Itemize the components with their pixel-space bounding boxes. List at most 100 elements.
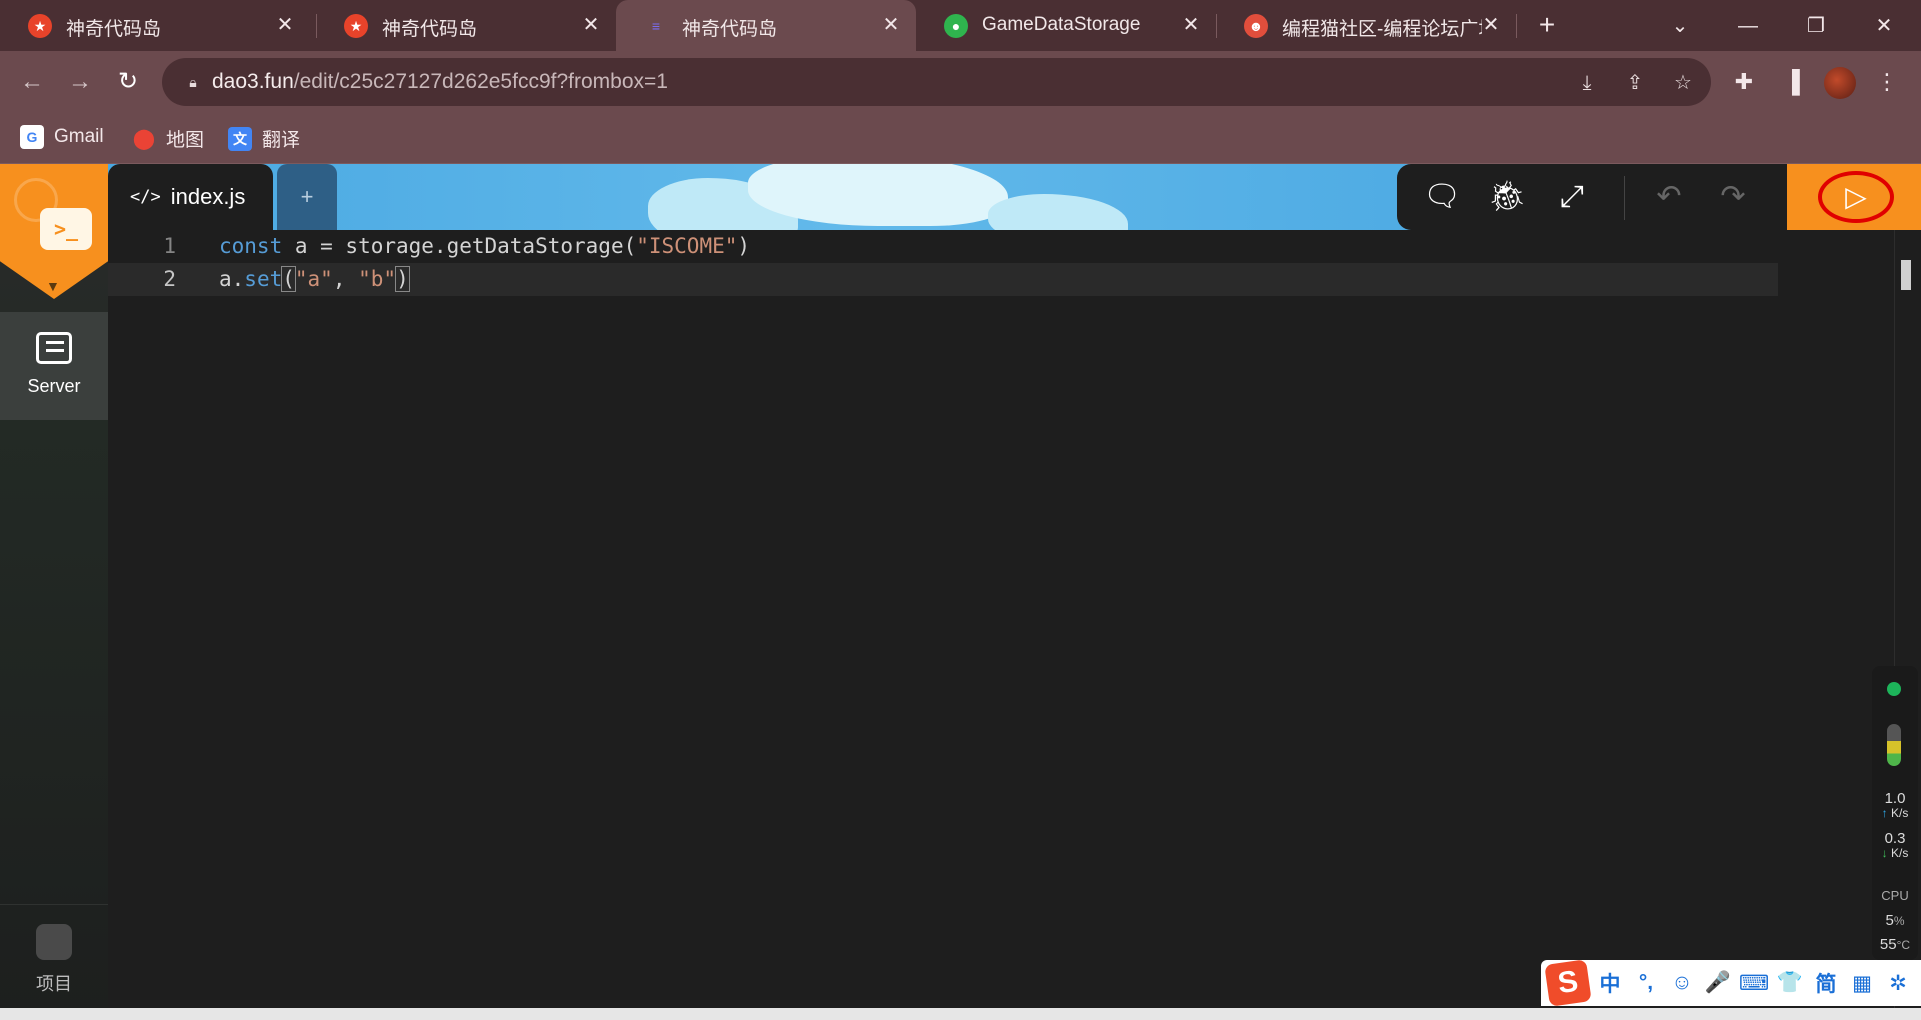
run-play-button[interactable]: ▷ (1818, 171, 1894, 223)
codemao-icon: ☻ (1244, 14, 1268, 38)
bookmark-label: 翻译 (262, 130, 301, 151)
google-icon: G (20, 125, 44, 149)
close-icon[interactable]: ✕ (578, 12, 604, 38)
temp-unit: °C (1896, 938, 1911, 952)
bookmark-gmail[interactable]: G Gmail (20, 125, 104, 149)
down-arrow-icon: ↓ (1881, 846, 1888, 860)
reload-icon[interactable]: ↻ (110, 64, 146, 100)
more-menu-icon[interactable]: ⋮ (1870, 65, 1904, 99)
editor-actions-bar: 🗨︎ 🐞︎ ⤢ ↶ ↷ (1397, 164, 1787, 230)
bookmark-label: 地图 (166, 130, 205, 151)
line-number: 2 (163, 267, 176, 291)
profile-avatar[interactable] (1824, 67, 1856, 99)
bookmark-star-icon[interactable]: ☆ (1668, 68, 1698, 98)
tab-label: 编程猫社区-编程论坛广场 (1282, 19, 1482, 40)
line-code[interactable]: const a = storage.getDataStorage("ISCOME… (219, 230, 750, 263)
close-icon[interactable]: ✕ (1478, 12, 1504, 38)
ime-chinese-mode[interactable]: 中 (1595, 968, 1625, 998)
code-line-2[interactable]: 2 a.set("a", "b") (108, 263, 1778, 296)
fullscreen-expand-icon[interactable]: ⤢ (1550, 176, 1594, 218)
undo-icon[interactable]: ↶ (1647, 176, 1691, 218)
up-arrow-icon: ↑ (1881, 806, 1888, 820)
input-method-toolbar[interactable]: S 中 °, ☺ 🎤 ⌨ 👕 简 ▦ ✲ (1541, 959, 1921, 1007)
install-app-icon[interactable]: ⤓ (1572, 68, 1602, 98)
lock-icon[interactable]: 🔒︎ (182, 71, 204, 93)
code-logo-icon: ≡ (651, 18, 661, 34)
address-bar[interactable]: 🔒︎ dao3.fun/edit/c25c27127d262e5fcc9f?fr… (162, 58, 1711, 106)
browser-tab-5[interactable]: ☻ 编程猫社区-编程论坛广场 ✕ (1216, 0, 1516, 51)
url-path: /edit/c25c27127d262e5fcc9f?frombox=1 (293, 70, 668, 93)
close-icon[interactable]: ✕ (1178, 12, 1204, 38)
terminal-icon: >_ (40, 208, 92, 250)
browser-tab-2[interactable]: ★ 神奇代码岛 ✕ (316, 0, 616, 51)
add-file-tab-button[interactable]: + (277, 164, 337, 230)
browser-tab-strip: ★ 神奇代码岛 ✕ ★ 神奇代码岛 ✕ ≡ 神奇代码岛 ✕ ● GameData… (0, 0, 1921, 51)
url-text[interactable]: dao3.fun/edit/c25c27127d262e5fcc9f?fromb… (212, 70, 668, 94)
cpu-usage: 5% (1872, 912, 1918, 929)
sogou-logo-icon[interactable]: S (1544, 959, 1592, 1007)
sidebar-item-label: Server (27, 376, 81, 396)
code-editor[interactable]: 1 const a = storage.getDataStorage("ISCO… (108, 230, 1921, 1020)
download-rate: ↓ K/s (1872, 846, 1918, 860)
cpu-temperature: 55°C (1872, 936, 1918, 953)
cpu-label: CPU (1881, 888, 1909, 903)
tab-separator (1516, 14, 1517, 38)
ime-simplified-mode[interactable]: 简 (1811, 968, 1841, 998)
code-line-1[interactable]: 1 const a = storage.getDataStorage("ISCO… (108, 230, 1778, 263)
minimize-icon[interactable]: — (1728, 8, 1768, 44)
window-close-icon[interactable]: ✕ (1864, 8, 1904, 44)
close-icon[interactable]: ✕ (878, 12, 904, 38)
comment-icon[interactable]: 🗨︎ (1420, 176, 1464, 218)
ime-punctuation-icon[interactable]: °, (1631, 971, 1661, 995)
ime-emoji-icon[interactable]: ☺ (1667, 971, 1697, 995)
app-logo[interactable]: >_ ▼ (0, 164, 108, 299)
file-tab-label: index.js (170, 184, 246, 209)
ime-settings-icon[interactable]: ✲ (1883, 971, 1913, 996)
ime-microphone-icon[interactable]: 🎤 (1703, 971, 1733, 995)
browser-tab-3-active[interactable]: ≡ 神奇代码岛 ✕ (616, 0, 916, 51)
ime-toolbox-icon[interactable]: ▦ (1847, 971, 1877, 996)
caret-down-icon[interactable]: ▼ (46, 278, 60, 294)
system-monitor-widget[interactable]: 1.0 ↑ K/s 0.3 ↓ K/s CPU 5% 55°C (1872, 666, 1918, 960)
tab-search-chevron-icon[interactable]: ⌄ (1660, 8, 1700, 44)
translate-icon: 文 (228, 126, 252, 151)
download-value: 0.3 (1884, 830, 1906, 847)
ime-skin-icon[interactable]: 👕 (1775, 971, 1805, 995)
side-panel-icon[interactable]: ▐ (1775, 65, 1809, 99)
extensions-puzzle-icon[interactable]: ✚ (1727, 65, 1761, 99)
browser-tab-4[interactable]: ● GameDataStorage ✕ (916, 0, 1216, 51)
maps-icon: ⬤ (132, 128, 156, 150)
scrollbar-thumb[interactable] (1901, 260, 1911, 290)
bookmark-translate[interactable]: 文 翻译 (228, 125, 300, 152)
file-tab-index-js[interactable]: </> index.js (108, 164, 273, 230)
tab-label: 神奇代码岛 (682, 19, 778, 40)
browser-toolbar: ← → ↻ 🔒︎ dao3.fun/edit/c25c27127d262e5fc… (0, 51, 1921, 113)
star-logo-icon: ★ (344, 14, 368, 38)
redo-icon[interactable]: ↷ (1711, 176, 1755, 218)
browser-tab-1[interactable]: ★ 神奇代码岛 ✕ (0, 0, 310, 51)
cpu-value: 5 (1885, 912, 1894, 929)
close-icon[interactable]: ✕ (272, 12, 298, 38)
restore-icon[interactable]: ❐ (1796, 8, 1836, 44)
forward-arrow-icon[interactable]: → (62, 64, 98, 100)
tab-label: 神奇代码岛 (66, 19, 162, 40)
url-host: dao3.fun (212, 70, 294, 93)
sidebar-divider (0, 904, 108, 1020)
sidebar-item-server[interactable]: Server (0, 312, 108, 420)
status-dot (1887, 682, 1901, 696)
code-brackets-icon: </> (130, 187, 161, 207)
new-tab-button[interactable]: + (1531, 10, 1563, 42)
share-icon[interactable]: ⇪ (1620, 68, 1650, 98)
actions-separator (1624, 176, 1625, 220)
project-icon[interactable] (36, 924, 72, 960)
green-leaf-icon: ● (944, 14, 968, 38)
project-label[interactable]: 项目 (0, 970, 108, 996)
ime-keyboard-icon[interactable]: ⌨ (1739, 971, 1769, 996)
bookmark-label: Gmail (54, 126, 104, 147)
cpu-unit: % (1893, 914, 1905, 928)
line-code[interactable]: a.set("a", "b") (219, 263, 410, 296)
upload-unit: K/s (1891, 806, 1909, 820)
back-arrow-icon[interactable]: ← (14, 64, 50, 100)
bookmark-maps[interactable]: ⬤ 地图 (132, 125, 204, 152)
debug-bug-icon[interactable]: 🐞︎ (1485, 176, 1529, 218)
